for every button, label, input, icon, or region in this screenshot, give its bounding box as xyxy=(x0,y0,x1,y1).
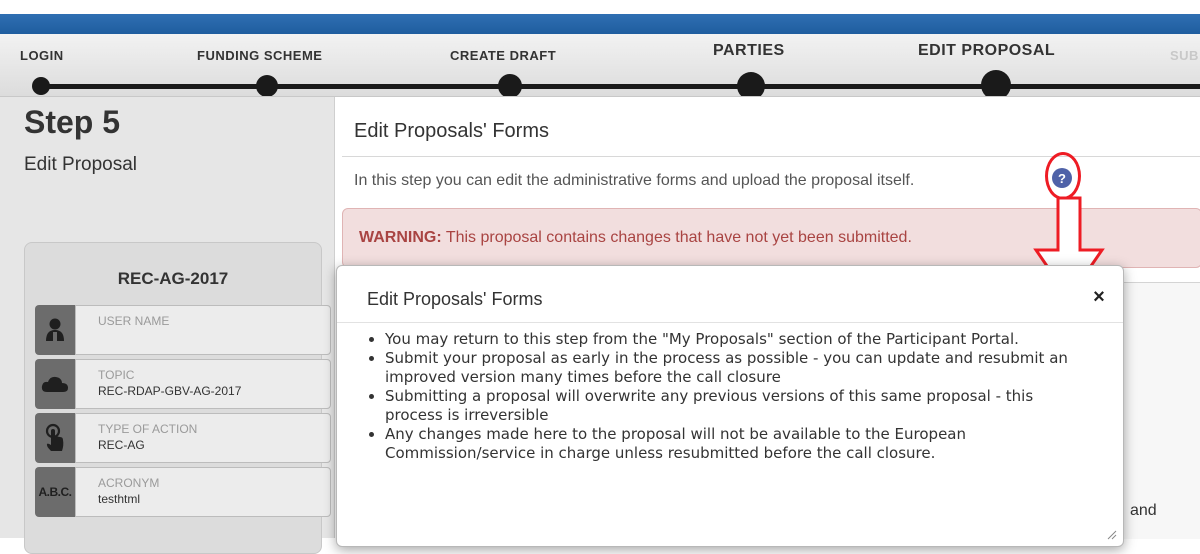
touch-icon xyxy=(35,413,75,463)
cloud-icon xyxy=(35,359,75,409)
field-label: ACRONYM xyxy=(98,476,160,490)
page-title: Edit Proposals' Forms xyxy=(354,120,549,142)
field-user-name-box: USER NAME xyxy=(75,305,331,355)
wizard-dot-create-draft xyxy=(498,74,522,96)
proposal-info-card: REC-AG-2017 USER NAME TOPIC REC-RDAP-GBV… xyxy=(24,242,331,554)
wizard-step-parties[interactable]: PARTIES xyxy=(713,42,785,60)
page-description: In this step you can edit the administra… xyxy=(354,172,915,189)
list-item: Submit your proposal as early in the pro… xyxy=(385,349,1075,387)
step-title: Step 5 xyxy=(24,104,121,140)
field-type-of-action-box: TYPE OF ACTION REC-AG xyxy=(75,413,331,463)
wizard-step-login[interactable]: LOGIN xyxy=(20,48,64,63)
wizard-dot-login xyxy=(32,77,50,95)
warning-text: This proposal contains changes that have… xyxy=(445,229,912,246)
annotation-circle xyxy=(1045,152,1081,200)
trailing-text: and xyxy=(1130,502,1157,519)
step-subtitle: Edit Proposal xyxy=(24,154,138,175)
field-value: REC-AG xyxy=(98,438,145,452)
modal-help-list: You may return to this step from the "My… xyxy=(365,330,1075,463)
wizard-dot-edit-proposal xyxy=(981,70,1011,96)
resize-grip-icon[interactable] xyxy=(1107,530,1117,540)
list-item: Submitting a proposal will overwrite any… xyxy=(385,387,1075,425)
call-identifier: REC-AG-2017 xyxy=(117,269,229,288)
wizard-track-line xyxy=(40,84,1200,89)
field-value: REC-RDAP-GBV-AG-2017 xyxy=(98,384,242,398)
abc-icon: A.B.C. xyxy=(35,467,75,517)
modal-divider xyxy=(337,322,1123,323)
field-label: USER NAME xyxy=(98,314,170,328)
field-label: TYPE OF ACTION xyxy=(98,422,198,436)
field-user-name: USER NAME xyxy=(35,305,331,355)
help-modal: Edit Proposals' Forms × You may return t… xyxy=(336,265,1124,547)
field-value: testhtml xyxy=(98,492,141,506)
field-type-of-action: TYPE OF ACTION REC-AG xyxy=(35,413,331,463)
wizard-step-funding-scheme[interactable]: FUNDING SCHEME xyxy=(197,48,322,63)
warning-message: WARNING: This proposal contains changes … xyxy=(359,229,912,247)
wizard-progress-bar: LOGIN FUNDING SCHEME CREATE DRAFT PARTIE… xyxy=(0,34,1200,97)
wizard-dot-funding-scheme xyxy=(256,75,278,96)
field-topic: TOPIC REC-RDAP-GBV-AG-2017 xyxy=(35,359,331,409)
field-acronym: A.B.C. ACRONYM testhtml xyxy=(35,467,331,517)
user-icon xyxy=(35,305,75,355)
field-topic-box: TOPIC REC-RDAP-GBV-AG-2017 xyxy=(75,359,331,409)
wizard-step-create-draft[interactable]: CREATE DRAFT xyxy=(450,48,556,63)
modal-title: Edit Proposals' Forms xyxy=(367,289,543,309)
portal-header-bar xyxy=(0,14,1200,34)
wizard-step-edit-proposal[interactable]: EDIT PROPOSAL xyxy=(918,42,1055,60)
close-icon[interactable]: × xyxy=(1089,286,1109,308)
wizard-step-submit: SUB xyxy=(1170,48,1199,63)
list-item: Any changes made here to the proposal wi… xyxy=(385,425,1075,463)
field-label: TOPIC xyxy=(98,368,135,382)
wizard-dot-parties xyxy=(737,72,765,96)
field-acronym-box: ACRONYM testhtml xyxy=(75,467,331,517)
list-item: You may return to this step from the "My… xyxy=(385,330,1075,349)
warning-label: WARNING: xyxy=(359,229,442,246)
abc-icon-text: A.B.C. xyxy=(38,485,73,499)
browser-top-strip xyxy=(0,0,1200,34)
